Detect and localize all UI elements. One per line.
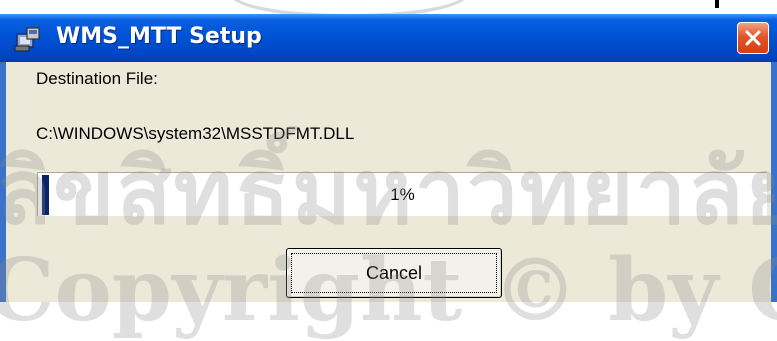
dialog-body: Destination File: C:\WINDOWS\system32\MS…: [0, 62, 777, 341]
background-mark: [715, 0, 719, 8]
destination-file-label: Destination File:: [36, 69, 158, 88]
cancel-button-label: Cancel: [365, 263, 423, 283]
background-arc: [230, 0, 468, 14]
close-button[interactable]: [737, 22, 769, 54]
setup-dialog: WMS_MTT Setup Destination File: C:\WINDO…: [0, 14, 777, 341]
window-title: WMS_MTT Setup: [56, 24, 262, 49]
setup-icon: [14, 27, 40, 52]
close-icon: [745, 30, 761, 46]
title-bar[interactable]: WMS_MTT Setup: [0, 14, 777, 62]
destination-file-path: C:\WINDOWS\system32\MSSTDFMT.DLL: [36, 124, 355, 143]
cancel-button[interactable]: Cancel: [286, 248, 502, 298]
background-document-edge: [0, 0, 777, 14]
progress-percent: 1%: [390, 185, 415, 204]
progress-bar: 1%: [37, 172, 767, 216]
